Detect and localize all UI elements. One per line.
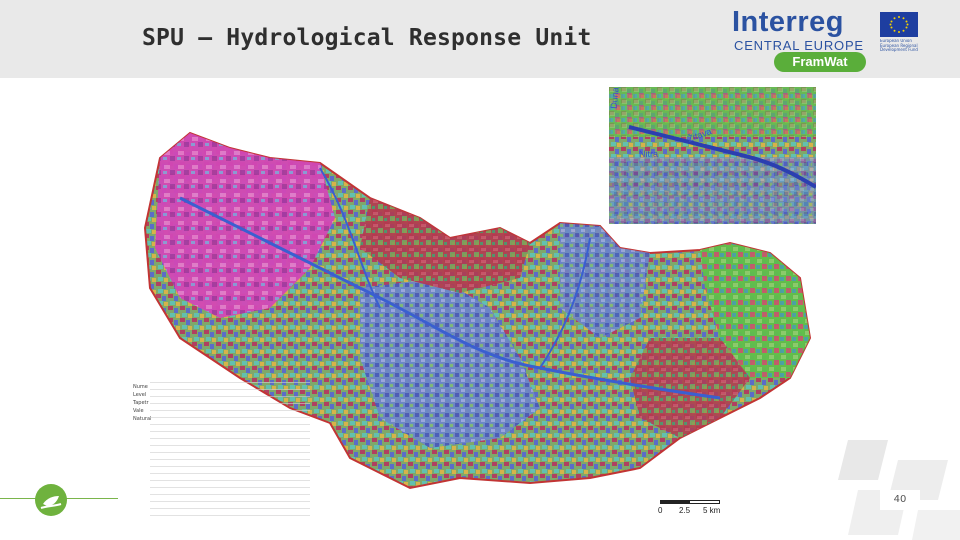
legend-item: Nume	[133, 384, 148, 390]
legend-item: Tapetr	[133, 400, 149, 406]
scale-tick-0: 0	[658, 506, 663, 515]
interreg-logo: Interreg CENTRAL EUROPE European Union E…	[732, 6, 922, 72]
leaf-hand-icon	[35, 484, 67, 516]
legend-table	[150, 382, 310, 522]
inset-map: Dunaj Žitava Nitra	[609, 87, 816, 224]
legend-item: Vale	[133, 408, 144, 414]
page-title: SPU – Hydrological Response Unit	[142, 25, 592, 51]
scale-tick-1: 2.5	[679, 506, 691, 515]
eu-flag-icon	[880, 12, 918, 37]
logo-project: FramWat	[774, 52, 866, 72]
logo-fund-text: European Union European Regional Develop…	[880, 39, 918, 52]
logo-brand: Interreg	[732, 6, 844, 38]
page-number: 40	[880, 490, 920, 510]
scale-bar: 0 2.5 5 km	[655, 500, 725, 520]
inset-label-nitra: Nitra	[639, 149, 658, 159]
scale-tick-2: 5 km	[703, 506, 721, 515]
legend-item: Level	[133, 392, 147, 398]
legend-item: Natural	[133, 416, 152, 422]
logo-region: CENTRAL EUROPE	[734, 38, 864, 53]
scale-bar-graphic	[660, 500, 720, 504]
